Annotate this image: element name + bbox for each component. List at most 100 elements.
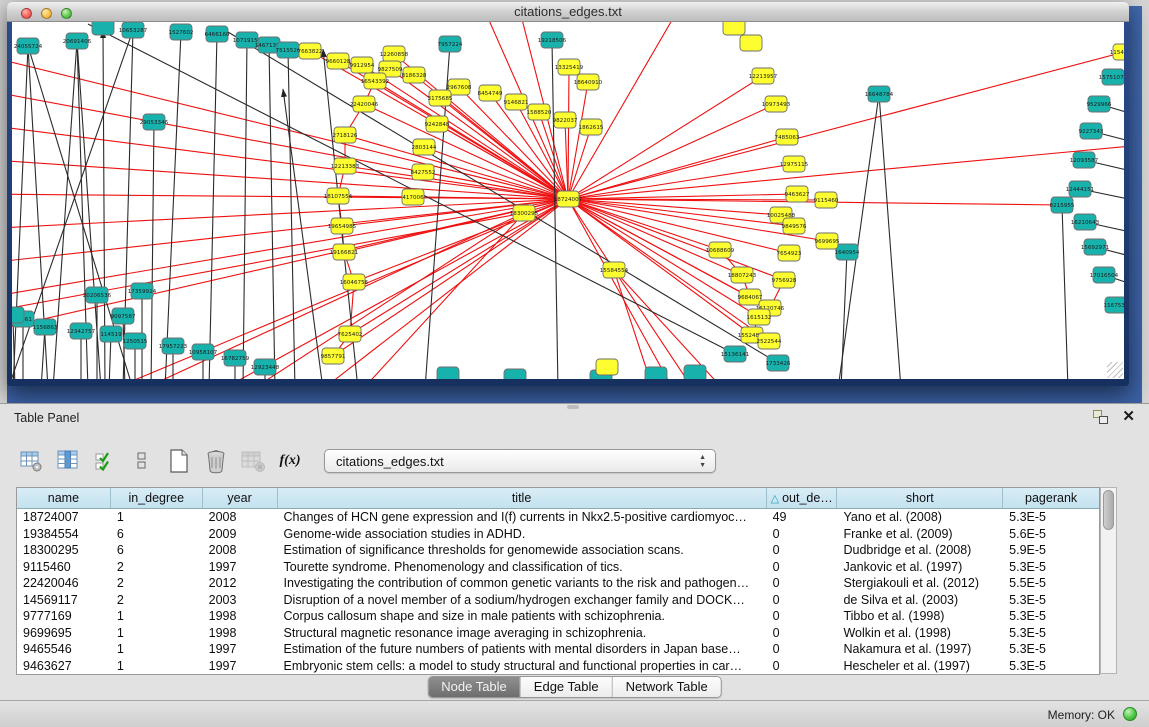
table-row[interactable]: 1872400712008Changes of HCN gene express…: [17, 509, 1099, 526]
table-header-row[interactable]: namein_degreeyeartitle△out_de…shortpager…: [17, 488, 1099, 509]
network-window[interactable]: citations_edges.txt 24055724 20691406 1065…: [7, 2, 1129, 386]
graph-node[interactable]: 1527602: [169, 24, 194, 40]
row-height-icon[interactable]: [129, 448, 155, 474]
table-row[interactable]: 1456911722003Disruption of a novel membe…: [17, 592, 1099, 609]
graph-node[interactable]: 10958107: [189, 344, 218, 360]
select-rows-check-icon[interactable]: [92, 448, 118, 474]
graph-node[interactable]: 16543392: [361, 73, 389, 89]
table-settings-icon[interactable]: [18, 448, 44, 474]
graph-node[interactable]: 12975115: [780, 156, 809, 172]
column-header-title[interactable]: title: [278, 488, 767, 508]
graph-node[interactable]: 10653287: [119, 22, 148, 38]
graph-node[interactable]: 18300295: [510, 205, 539, 221]
graph-node[interactable]: [596, 359, 618, 375]
graph-node[interactable]: 1156863: [33, 319, 58, 335]
graph-node[interactable]: 12213957: [749, 68, 778, 84]
graph-node[interactable]: 15692971: [1081, 239, 1110, 255]
graph-node[interactable]: 9849576: [782, 218, 807, 234]
column-header-out_de[interactable]: △out_de…: [767, 488, 838, 508]
panel-divider-handle[interactable]: [567, 405, 579, 409]
graph-node[interactable]: 1588520: [527, 104, 552, 120]
graph-node[interactable]: 12093587: [1070, 152, 1099, 168]
graph-node[interactable]: 11548498: [1110, 44, 1124, 60]
graph-node[interactable]: 18807243: [728, 267, 757, 283]
graph-node[interactable]: 12342757: [67, 323, 96, 339]
citation-network-graph[interactable]: 24055724 20691406 10653287 1527602 6466160 10…: [12, 22, 1124, 379]
graph-node[interactable]: 9756928: [772, 272, 797, 288]
graph-node[interactable]: 3175685: [428, 90, 453, 106]
column-header-year[interactable]: year: [203, 488, 278, 508]
graph-node[interactable]: 8186328: [402, 67, 427, 83]
graph-node[interactable]: 9822037: [553, 112, 578, 128]
graph-node[interactable]: 417006: [402, 189, 424, 205]
graph-node[interactable]: 17957223: [159, 338, 188, 354]
graph-node[interactable]: [437, 367, 459, 379]
float-panel-icon[interactable]: [1093, 410, 1108, 424]
graph-node[interactable]: 15136141: [721, 346, 750, 362]
graph-node[interactable]: 18640910: [574, 74, 603, 90]
graph-node[interactable]: 10688609: [706, 242, 735, 258]
column-header-pagerank[interactable]: pagerank: [1003, 488, 1099, 508]
graph-node[interactable]: [92, 22, 114, 35]
graph-node[interactable]: 2803144: [412, 139, 437, 155]
network-window-titlebar[interactable]: citations_edges.txt: [7, 2, 1129, 22]
graph-node[interactable]: 9097587: [111, 308, 136, 324]
graph-node[interactable]: [645, 367, 667, 379]
function-builder-icon[interactable]: f(x): [277, 448, 303, 474]
graph-node[interactable]: 29053346: [140, 114, 169, 130]
graph-node[interactable]: 9227343: [1079, 123, 1104, 139]
new-table-icon[interactable]: [166, 448, 192, 474]
graph-node[interactable]: 9115460: [814, 192, 839, 208]
graph-node[interactable]: 18107554: [324, 188, 353, 204]
graph-node[interactable]: 1167531: [1104, 297, 1124, 313]
table-row[interactable]: 911546021997Tourette syndrome. Phenomeno…: [17, 559, 1099, 576]
graph-node[interactable]: 19654985: [328, 218, 357, 234]
graph-node[interactable]: 8427552: [411, 164, 436, 180]
graph-node[interactable]: 12444151: [1066, 181, 1095, 197]
graph-node[interactable]: 9912954: [350, 57, 375, 73]
table-row[interactable]: 2242004622012Investigating the contribut…: [17, 575, 1099, 592]
graph-node[interactable]: 9660128: [326, 53, 351, 69]
graph-node[interactable]: 17359924: [128, 283, 157, 299]
show-columns-icon[interactable]: [55, 448, 81, 474]
tab-edge-table[interactable]: Edge Table: [520, 677, 612, 697]
graph-node[interactable]: 2718126: [333, 127, 358, 143]
graph-node[interactable]: 7957224: [438, 36, 463, 52]
column-header-name[interactable]: name: [17, 488, 111, 508]
table-row[interactable]: 946554611997Estimation of the future num…: [17, 641, 1099, 658]
table-row[interactable]: 1830029562008Estimation of significance …: [17, 542, 1099, 559]
graph-node[interactable]: 1615132: [747, 309, 772, 325]
graph-node[interactable]: 15584554: [600, 262, 629, 278]
table-row[interactable]: 977716911998Corpus callosum shape and si…: [17, 608, 1099, 625]
graph-node[interactable]: 9242848: [425, 116, 450, 132]
tab-network-table[interactable]: Network Table: [612, 677, 721, 697]
graph-node[interactable]: [504, 369, 526, 379]
graph-node[interactable]: [740, 35, 762, 51]
graph-node[interactable]: 9146821: [504, 94, 529, 110]
table-row[interactable]: 969969511998Structural magnetic resonanc…: [17, 625, 1099, 642]
graph-node[interactable]: 9463627: [785, 186, 810, 202]
table-selector-dropdown[interactable]: citations_edges.txt ▲▼: [324, 449, 716, 473]
table-row[interactable]: 1938455462009Genome-wide association stu…: [17, 526, 1099, 543]
graph-node[interactable]: 24055724: [14, 38, 43, 54]
graph-node[interactable]: 19166821: [330, 244, 359, 260]
graph-node[interactable]: 12213383: [331, 158, 360, 174]
graph-node[interactable]: 16046756: [340, 274, 369, 290]
graph-node[interactable]: [12, 307, 24, 323]
graph-node[interactable]: 7625402: [338, 326, 363, 342]
table-row[interactable]: 946362711997Embryonic stem cells: a mode…: [17, 658, 1099, 675]
graph-node[interactable]: 12923448: [251, 359, 280, 375]
close-panel-icon[interactable]: ✕: [1122, 410, 1135, 424]
graph-node[interactable]: 114519: [100, 326, 122, 342]
graph-node[interactable]: 6466160: [205, 26, 230, 42]
graph-node[interactable]: 1733426: [766, 355, 791, 371]
graph-node[interactable]: 10973493: [762, 96, 791, 112]
graph-node[interactable]: [684, 365, 706, 379]
scrollbar-thumb[interactable]: [1103, 490, 1114, 530]
graph-node[interactable]: 20691406: [63, 33, 92, 49]
graph-node[interactable]: 9529966: [1087, 96, 1112, 112]
graph-node[interactable]: 12260858: [380, 46, 409, 62]
graph-node[interactable]: 7663822: [298, 43, 323, 59]
graph-node[interactable]: [723, 22, 745, 35]
graph-node[interactable]: 8215955: [1050, 197, 1075, 213]
